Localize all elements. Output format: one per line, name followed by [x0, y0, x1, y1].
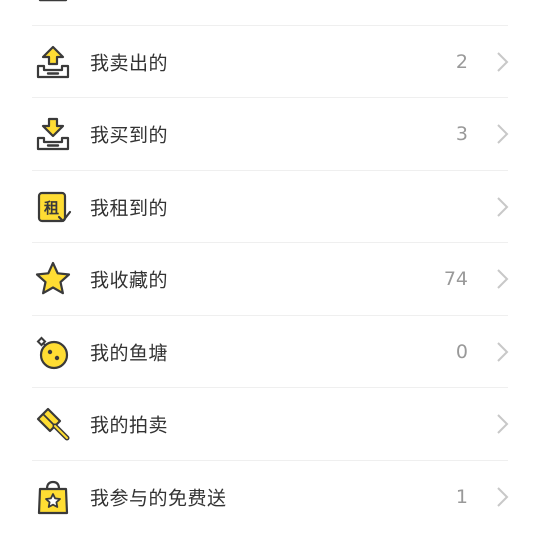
chevron-right-icon	[496, 486, 510, 508]
list-item-auction[interactable]: 我的拍卖	[0, 388, 540, 461]
rent-tag-text: 租	[44, 199, 59, 217]
list-item-favorites[interactable]: 我收藏的 74	[0, 243, 540, 316]
chevron-right-icon	[496, 51, 510, 73]
list-item-label: 我参与的免费送	[90, 483, 227, 510]
list-item-free-gifts[interactable]: 我参与的免费送 1	[0, 461, 540, 533]
chevron-right-icon	[496, 196, 510, 218]
bought-count-badge: 3	[456, 123, 468, 145]
list-item-bought[interactable]: 我买到的 3	[0, 98, 540, 171]
list-item-label: 我收藏的	[90, 266, 168, 293]
list-item-label: 我的拍卖	[90, 411, 168, 438]
star-icon	[34, 260, 72, 298]
auction-hammer-icon	[34, 405, 72, 443]
chevron-right-icon	[496, 413, 510, 435]
favorites-count-badge: 74	[444, 268, 468, 290]
list-item-label: 我的鱼塘	[90, 338, 168, 365]
list-item-rented[interactable]: 租 我租到的	[0, 171, 540, 244]
fishpond-count-badge: 0	[456, 341, 468, 363]
tray-download-icon	[34, 115, 72, 153]
list-item-label: 我租到的	[90, 193, 168, 220]
rent-tag-icon: 租	[34, 188, 72, 226]
chevron-right-icon	[496, 268, 510, 290]
my-menu-list: 我卖出的 2 我买到的 3 租 我租到的	[0, 0, 540, 533]
chevron-right-icon	[496, 123, 510, 145]
list-item-label: 我买到的	[90, 121, 168, 148]
sold-count-badge: 2	[456, 51, 468, 73]
box-icon	[34, 0, 72, 8]
list-item-fishpond[interactable]: 我的鱼塘 0	[0, 316, 540, 389]
list-item-label: 我卖出的	[90, 48, 168, 75]
chevron-right-icon	[496, 341, 510, 363]
gift-bag-icon	[34, 478, 72, 516]
list-item-sold[interactable]: 我卖出的 2	[0, 26, 540, 99]
free-gifts-count-badge: 1	[456, 486, 468, 508]
list-item-top-partial[interactable]	[0, 0, 540, 26]
fishpond-icon	[34, 333, 72, 371]
tray-upload-icon	[34, 43, 72, 81]
